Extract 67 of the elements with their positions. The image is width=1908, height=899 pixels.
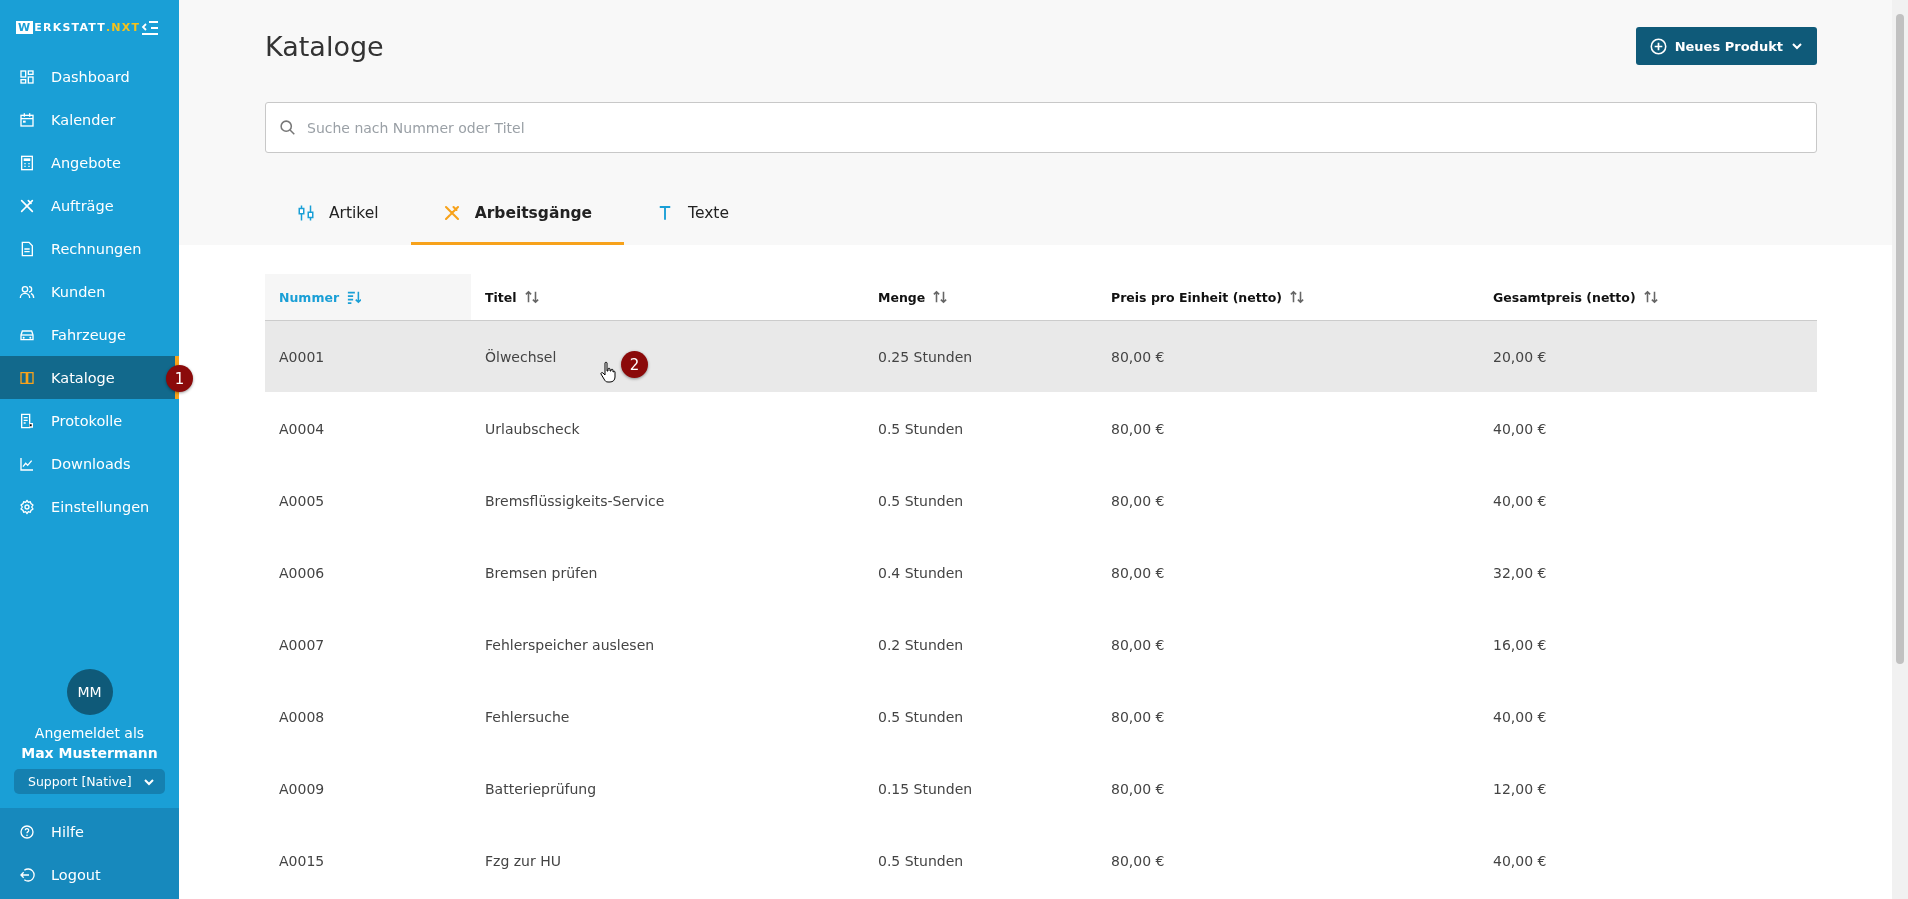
column-header[interactable]: Nummer xyxy=(265,274,471,321)
table-cell: 0.2 Stunden xyxy=(864,608,1097,681)
table-cell: A0005 xyxy=(265,464,471,537)
search-field[interactable]: Suche nach Nummer oder Titel xyxy=(265,102,1817,153)
nav-item[interactable]: Logout xyxy=(0,853,179,896)
table-cell: 40,00 € xyxy=(1479,464,1817,537)
table-cell: 0.25 Stunden xyxy=(864,320,1097,393)
table-cell: 0.5 Stunden xyxy=(864,392,1097,465)
nav-item[interactable]: Protokolle xyxy=(0,399,179,442)
table-cell: 20,00 € xyxy=(1479,320,1817,393)
role-dropdown[interactable]: Support [Native] xyxy=(14,769,165,794)
column-header[interactable]: Preis pro Einheit (netto) xyxy=(1097,274,1479,321)
table-cell: 16,00 € xyxy=(1479,608,1817,681)
table-cell: 40,00 € xyxy=(1479,824,1817,897)
nav-item[interactable]: Downloads xyxy=(0,442,179,485)
table-cell: A0007 xyxy=(265,608,471,681)
table-cell: Fehlerspeicher auslesen xyxy=(471,608,864,681)
nav-item[interactable]: Hilfe xyxy=(0,810,179,853)
user-avatar: MM xyxy=(66,669,113,715)
table-cell: 0.15 Stunden xyxy=(864,752,1097,825)
table-cell: A0015 xyxy=(265,824,471,897)
logo: W ERKSTATT.NXT xyxy=(16,21,141,34)
user-name: Max Mustermann xyxy=(21,745,158,761)
table-cell: 80,00 € xyxy=(1097,536,1479,609)
table-cell: 80,00 € xyxy=(1097,392,1479,465)
table-cell: 80,00 € xyxy=(1097,320,1479,393)
table-cell: 80,00 € xyxy=(1097,608,1479,681)
table-cell: A0004 xyxy=(265,392,471,465)
table-cell: Fehlersuche xyxy=(471,680,864,753)
table-cell: A0001 xyxy=(265,320,471,393)
table-cell: A0009 xyxy=(265,752,471,825)
table-cell: 80,00 € xyxy=(1097,680,1479,753)
nav-item[interactable]: Aufträge xyxy=(0,184,179,227)
column-header[interactable]: Menge xyxy=(864,274,1097,321)
login-caption: Angemeldet als xyxy=(34,725,145,741)
nav-item[interactable]: Kunden xyxy=(0,270,179,313)
table-cell: 0.4 Stunden xyxy=(864,536,1097,609)
table-cell: A0008 xyxy=(265,680,471,753)
tab[interactable]: Artikel xyxy=(265,184,411,245)
table-cell: Batterieprüfung xyxy=(471,752,864,825)
column-header[interactable]: Titel xyxy=(471,274,864,321)
table-cell: 0.5 Stunden xyxy=(864,464,1097,537)
nav-item[interactable]: Angebote xyxy=(0,141,179,184)
table-cell: 40,00 € xyxy=(1479,680,1817,753)
table-cell: A0006 xyxy=(265,536,471,609)
table-cell: Bremsen prüfen xyxy=(471,536,864,609)
table-cell: 0.5 Stunden xyxy=(864,824,1097,897)
table-cell: 12,00 € xyxy=(1479,752,1817,825)
table-cell: Fzg zur HU xyxy=(471,824,864,897)
tab[interactable]: Arbeitsgänge xyxy=(410,184,625,245)
nav-item[interactable]: Fahrzeuge xyxy=(0,313,179,356)
table-cell: 80,00 € xyxy=(1097,752,1479,825)
column-header[interactable]: Gesamtpreis (netto) xyxy=(1479,274,1817,321)
table-cell: Urlaubscheck xyxy=(471,392,864,465)
nav-item[interactable]: Dashboard xyxy=(0,55,179,98)
table-cell: 80,00 € xyxy=(1097,464,1479,537)
tab[interactable]: Texte xyxy=(624,184,761,245)
table-cell: Bremsflüssigkeits-Service xyxy=(471,464,864,537)
table-cell: 40,00 € xyxy=(1479,392,1817,465)
nav-item[interactable]: Einstellungen xyxy=(0,485,179,528)
nav-item[interactable]: Kalender xyxy=(0,98,179,141)
table-cell: 32,00 € xyxy=(1479,536,1817,609)
page-title: Kataloge xyxy=(265,30,384,62)
new-product-button[interactable]: Neues Produkt xyxy=(1635,27,1817,65)
table-cell: 0.5 Stunden xyxy=(864,680,1097,753)
nav-item[interactable]: Rechnungen xyxy=(0,227,179,270)
table-cell: 80,00 € xyxy=(1097,824,1479,897)
